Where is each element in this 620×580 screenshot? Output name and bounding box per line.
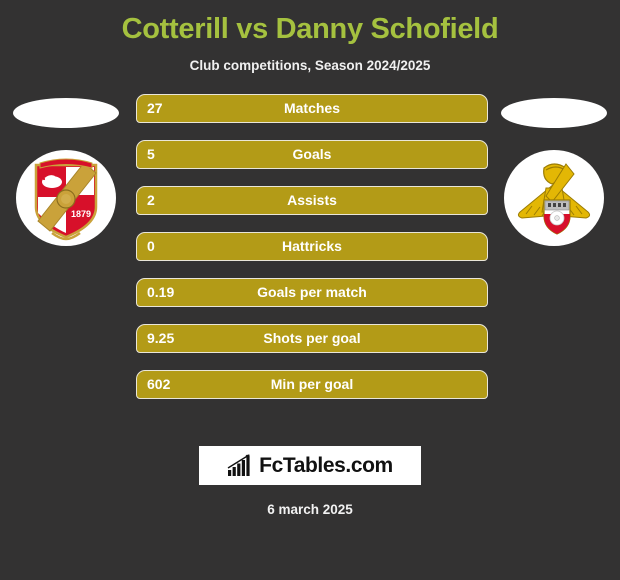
stat-row: 27 Matches [136,94,488,123]
stat-label: Goals [292,146,332,162]
page-subtitle: Club competitions, Season 2024/2025 [189,58,431,73]
left-player-photo [13,98,119,128]
stat-row: 5 Goals [136,140,488,169]
left-player-column: 1879 [2,94,130,344]
stat-row: 9.25 Shots per goal [136,324,488,353]
bar-chart-growth-icon [227,454,250,476]
stat-label: Hattricks [282,238,342,254]
stat-label: Goals per match [257,284,367,300]
right-player-column [490,94,618,344]
stat-row: 2 Assists [136,186,488,215]
right-club-crest [504,150,604,246]
doncaster-rovers-crest-icon [517,163,591,235]
stat-label: Shots per goal [263,330,361,346]
page-title: Cotterill vs Danny Schofield [121,13,499,45]
stat-row: 602 Min per goal [136,370,488,399]
stat-row: 0 Hattricks [136,232,488,261]
stat-row: 0.19 Goals per match [136,278,488,307]
fctables-logo-text: FcTables.com [259,453,393,477]
date-label: 6 march 2025 [267,502,353,517]
stat-label: Assists [287,192,337,208]
stats-list: 27 Matches 5 Goals 2 Assists 0 Hattricks… [136,94,488,399]
comparison-panel: 1879 27 Matches 5 Goals 2 Assists 0 Hatt… [0,94,620,404]
right-player-photo [501,98,607,128]
crest-year-text: 1879 [71,209,91,219]
fctables-logo[interactable]: FcTables.com [199,446,421,485]
swindon-town-crest-icon: 1879 [34,158,98,241]
stat-label: Matches [283,100,341,116]
left-club-crest: 1879 [16,150,116,246]
stat-label: Min per goal [270,376,354,392]
